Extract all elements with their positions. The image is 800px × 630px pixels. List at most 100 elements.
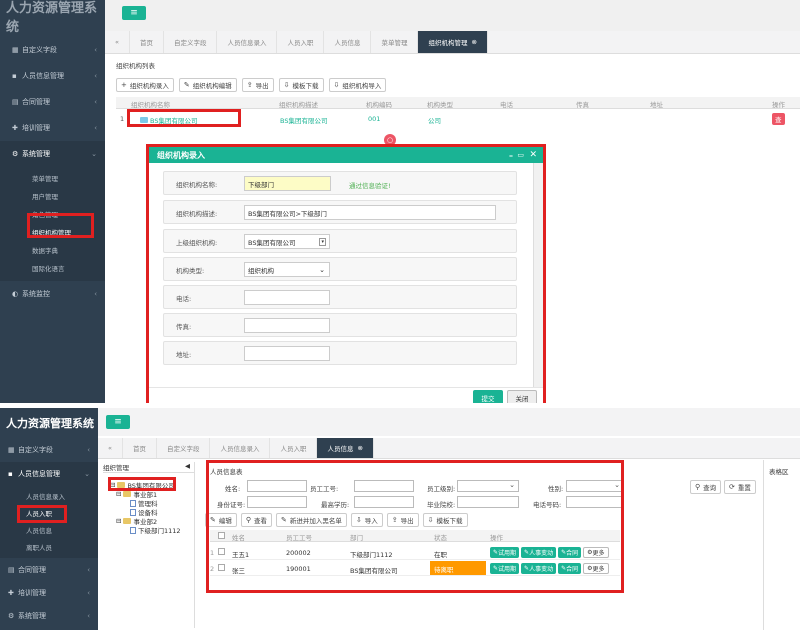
chevron-left-icon: ‹ [94,124,97,132]
field-label: 机构类型: [176,267,205,275]
dropdown-arrow-icon: ▾ [319,237,326,246]
tab-back[interactable]: « [98,438,123,458]
doc-icon: ▤ [8,565,15,574]
maximize-icon[interactable]: ▭ [517,151,524,159]
double-chevron-left-icon: « [115,38,119,46]
sidebar-subitem-users[interactable]: 用户管理 [0,187,105,205]
gear-icon: ⚙ [12,150,19,158]
search-button[interactable]: ⚲ 查询 [690,480,722,494]
org-template-button[interactable]: ⇩ 模板下载 [278,78,324,92]
org-name-input[interactable]: 下级部门 [244,176,331,191]
sidebar-item-contract[interactable]: ▤ 合同管理 ‹ [0,558,98,581]
org-export-button[interactable]: ⇪ 导出 [241,78,274,92]
sidebar-item-label: 合同管理 [18,565,46,574]
sidebar-item-person-info[interactable]: ▪ 人员信息管理 ‹ [0,63,105,89]
sidebar-item-custom-fields[interactable]: ▦ 自定义字段 ‹ [0,37,105,63]
chevron-down-icon: ⌄ [91,150,97,158]
collapse-left-icon[interactable]: ◀ [185,462,190,470]
highlight-org-row [127,109,241,127]
org-edit-button[interactable]: ✎ 组织机构编辑 [178,78,237,92]
close-icon[interactable]: ⊗ [357,444,362,452]
field-row-org-desc: 组织机构描述: BS集团有限公司>下级部门 [163,200,517,224]
org-toolbar: + 组织机构录入 ✎ 组织机构编辑 ⇪ 导出 ⇩ 模板下载 ⇩ 组织机构导入 [116,78,387,92]
tab-person-onboard[interactable]: 人员入职 [270,438,318,458]
user-icon: ▪ [8,470,13,478]
sidebar-subitem-i18n[interactable]: 国际化语言 [0,259,105,277]
org-import-button[interactable]: ⇩ 组织机构导入 [328,78,387,92]
org-desc-input[interactable]: BS集团有限公司>下级部门 [244,205,496,220]
address-input[interactable] [244,346,330,361]
tab-person-info[interactable]: 人员信息 ⊗ [317,438,374,458]
sidebar-subitem-dict[interactable]: 数据字典 [0,241,105,259]
sidebar-item-contract[interactable]: ▤ 合同管理 ‹ [0,89,105,115]
fax-input[interactable] [244,318,330,333]
row-view-button[interactable]: 查 [772,113,785,125]
file-icon [130,526,136,534]
folder-icon [123,518,132,524]
sidebar-subitem-menu[interactable]: 菜单管理 [0,169,105,187]
chevron-left-icon: ‹ [94,46,97,54]
org-add-button[interactable]: + 组织机构录入 [116,78,174,92]
parent-org-select[interactable]: BS集团有限公司 ▾ [244,234,330,249]
pin-icon: ✚ [8,588,14,597]
top-header-bar [0,0,800,31]
button-label: 模板下载 [292,82,319,90]
top-tabbar: « 首页 自定义字段 人员信息录入 人员入职 人员信息 菜单管理 组织机构管理 ⊗ [105,31,800,54]
sidebar-subitem-info[interactable]: 人员信息 [0,521,98,538]
button-label: 导出 [255,82,269,90]
chevron-left-icon: ‹ [87,588,90,597]
field-row-parent-org: 上级组织机构: BS集团有限公司 ▾ [163,229,517,253]
col-phone: 电话 [500,101,513,109]
tab-person-info[interactable]: 人员信息 [324,31,372,53]
tree-node-subdept[interactable]: 下级部门1112 [130,525,181,535]
minimize-icon[interactable]: – [509,151,513,160]
org-type-select[interactable]: 组织机构 ⌄ [244,262,330,277]
sidebar-item-label: 系统管理 [18,611,46,620]
tab-custom-fields[interactable]: 自定义字段 [157,438,211,458]
sidebar-item-monitor[interactable]: ◐ 系统监控 ‹ [0,281,105,307]
tab-person-onboard[interactable]: 人员入职 [277,31,325,53]
sidebar-item-system[interactable]: ⚙ 系统管理 ⌄ [0,141,105,167]
chevron-left-icon: ‹ [94,72,97,80]
reset-button[interactable]: ⟳ 重置 [724,480,756,494]
tab-home[interactable]: 首页 [130,31,164,53]
field-row-phone: 电话: [163,285,517,309]
org-tree-title: 组织管理 ◀ [103,462,194,473]
row-org-desc: BS集团有限公司 [280,117,328,125]
button-label: 组织机构录入 [129,82,169,90]
sidebar-item-person-info[interactable]: ▪ 人员信息管理 ⌄ [0,462,98,486]
brand-title: 人力资源管理系统 [6,0,98,35]
modal-title: 组织机构录入 [157,150,205,160]
menu-toggle-button[interactable]: ≡ [106,415,130,429]
hamburger-icon: ≡ [114,417,122,427]
phone-input[interactable] [244,290,330,305]
monitor-icon: ◐ [12,290,19,298]
sidebar-item-training[interactable]: ✚ 培训管理 ‹ [0,581,98,604]
tab-back[interactable]: « [105,31,130,53]
tab-menu-mgmt[interactable]: 菜单管理 [371,31,419,53]
close-icon[interactable]: ⊗ [471,38,476,46]
select-value: 组织机构 [248,266,274,275]
sidebar-item-label: 系统管理 [22,150,50,158]
doc-icon: ▤ [12,98,19,106]
tab-home[interactable]: 首页 [123,438,157,458]
org-grid-header: 组织机构名称 组织机构描述 机构编码 机构类型 电话 传真 地址 操作 [116,97,800,109]
tab-person-entry[interactable]: 人员信息录入 [217,31,278,53]
menu-toggle-button[interactable]: ≡ [122,6,146,20]
tab-person-entry[interactable]: 人员信息录入 [210,438,271,458]
chevron-left-icon: ‹ [87,565,90,574]
close-icon[interactable]: ✕ [529,150,537,160]
sidebar-item-custom-fields[interactable]: ▦ 自定义字段 ‹ [0,438,98,462]
sidebar-subitem-entry[interactable]: 人员信息录入 [0,487,98,504]
button-label: 组织机构编辑 [192,82,232,90]
tree-toggle-icon: ⊟ [116,517,122,525]
tab-org-mgmt[interactable]: 组织机构管理 ⊗ [418,31,488,53]
sidebar-item-training[interactable]: ✚ 培训管理 ‹ [0,115,105,141]
modal-scrollbar[interactable] [533,163,543,388]
field-label: 地址: [176,351,192,359]
sidebar-item-system[interactable]: ⚙ 系统管理 ‹ [0,604,98,627]
tab-custom-fields[interactable]: 自定义字段 [164,31,218,53]
right-panel-title: 表格区 [769,468,789,476]
col-address: 地址 [650,101,663,109]
sidebar-subitem-resigned[interactable]: 离职人员 [0,538,98,555]
